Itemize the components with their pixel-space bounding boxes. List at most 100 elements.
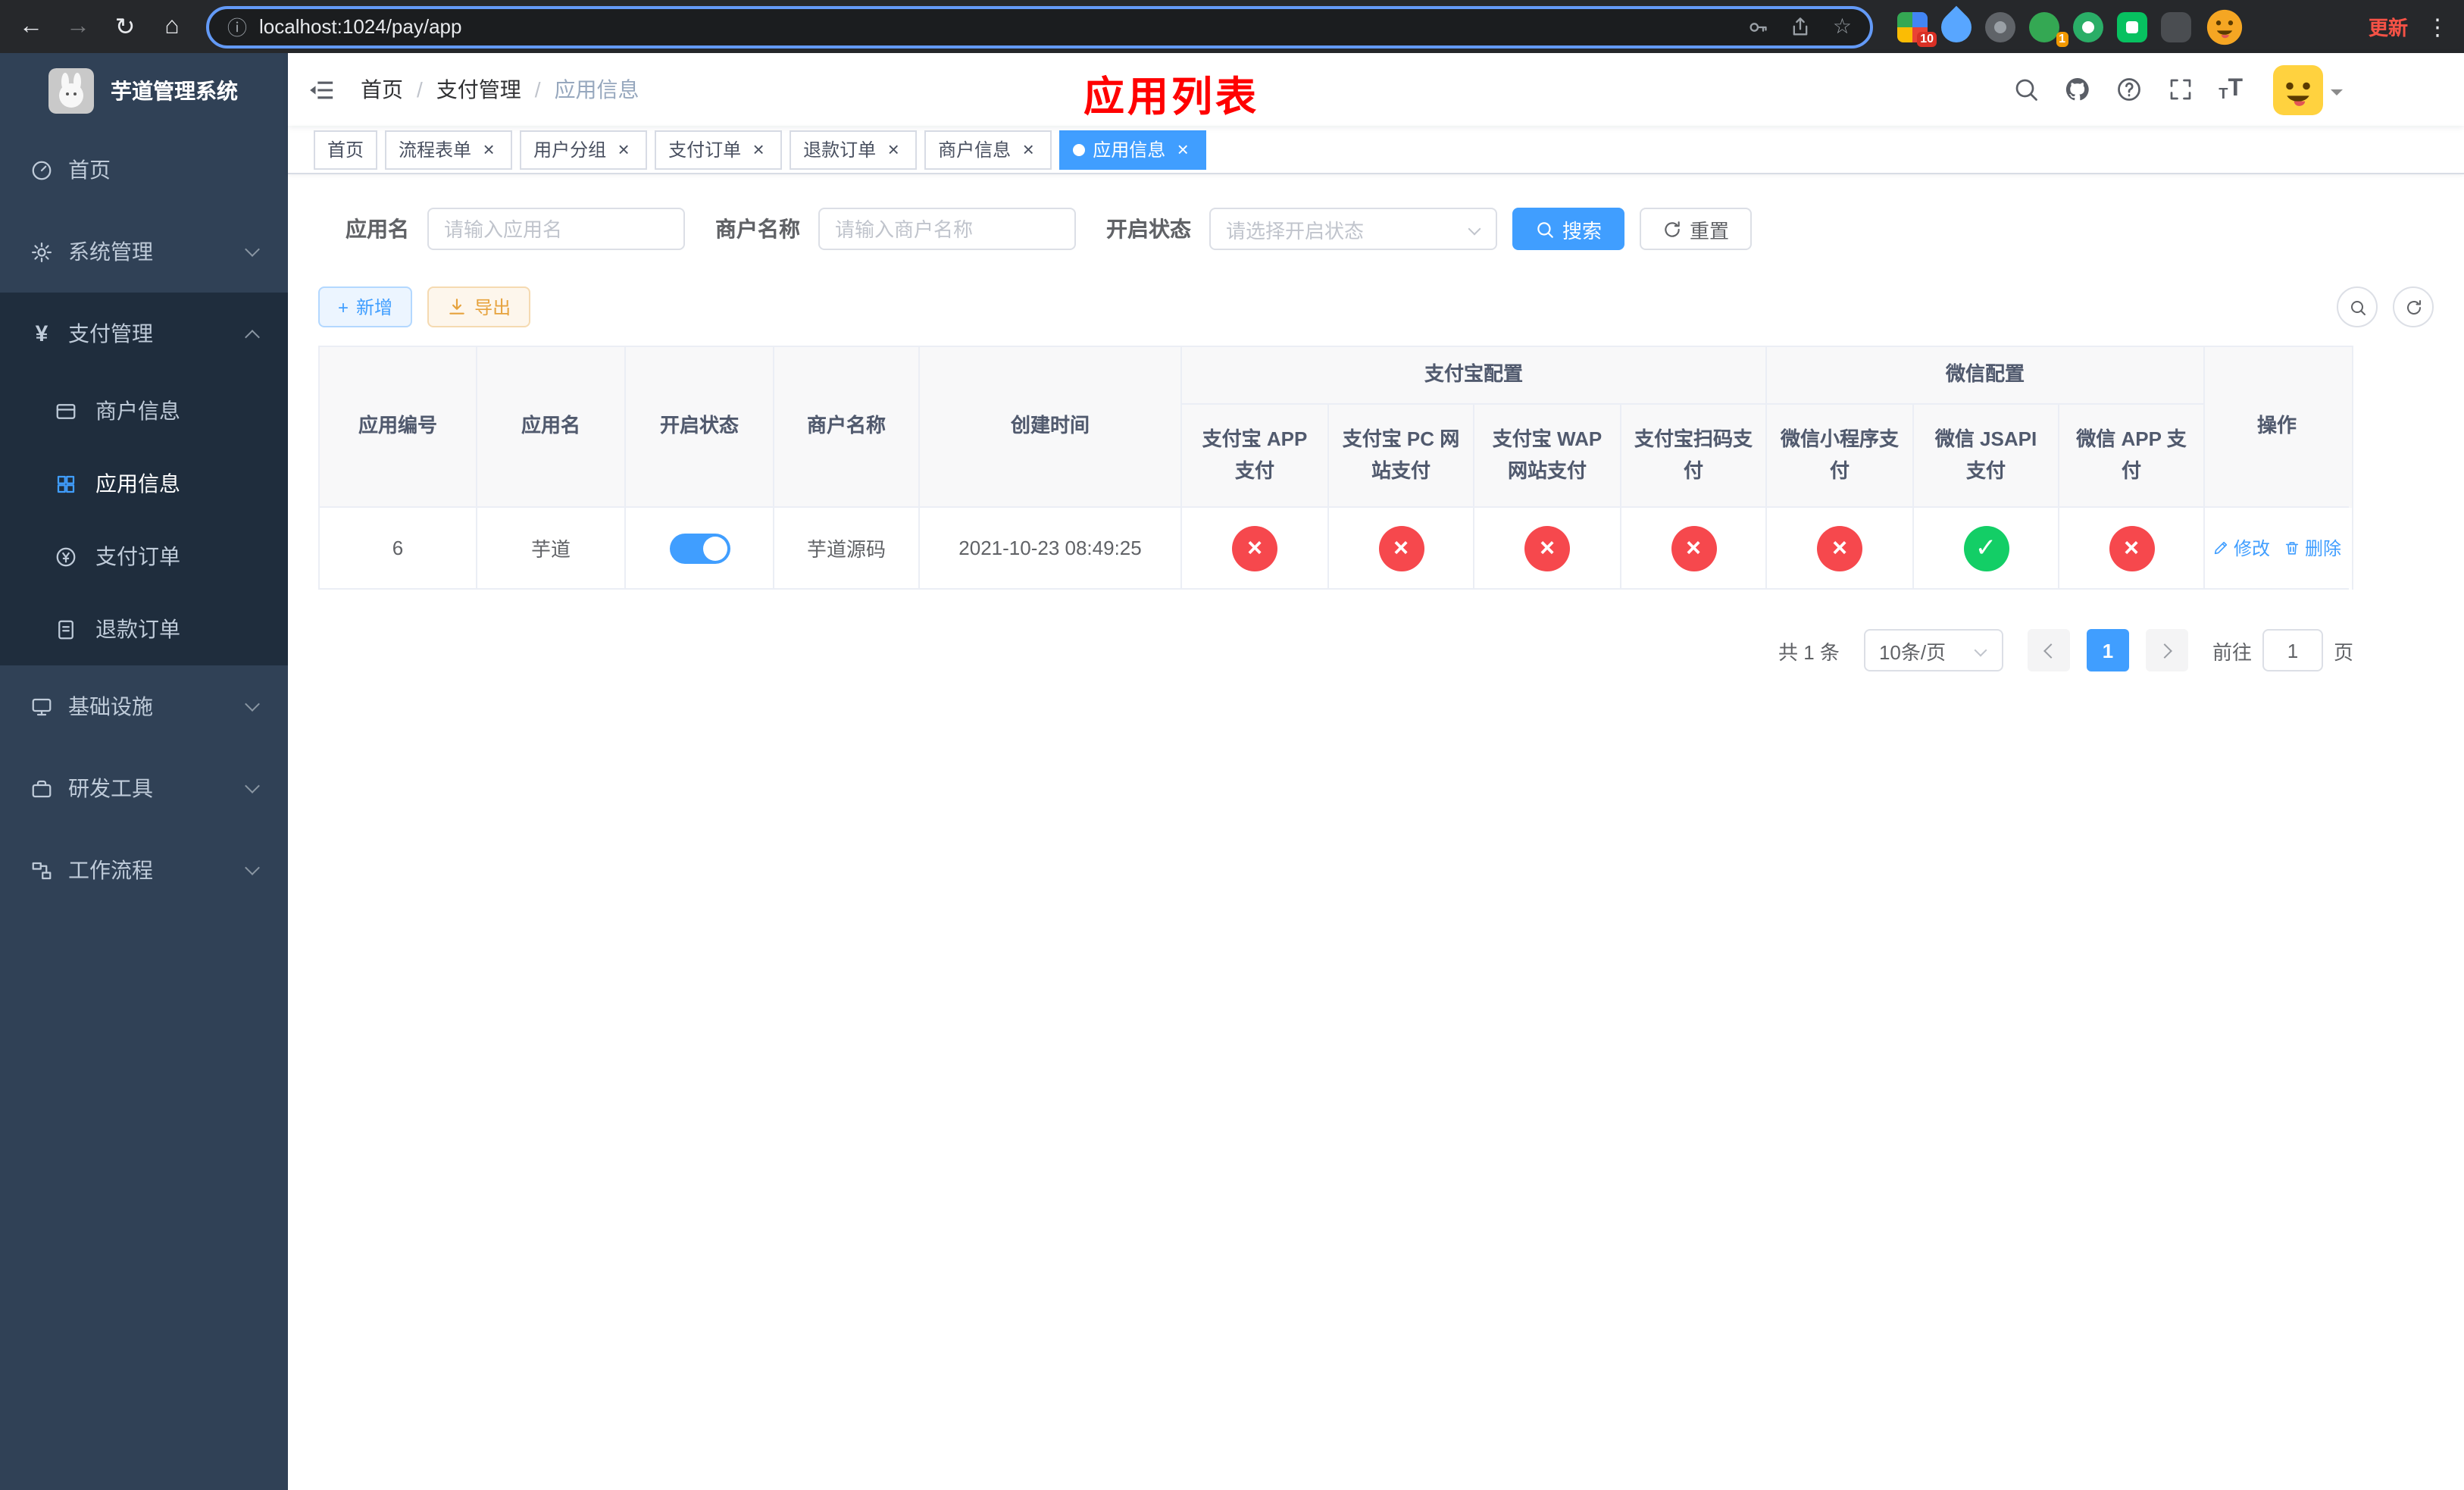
tab-home[interactable]: 首页 xyxy=(314,130,378,169)
sidebar-item-workflow[interactable]: 工作流程 xyxy=(0,829,288,911)
chevron-down-icon xyxy=(2331,89,2343,101)
close-icon[interactable]: × xyxy=(1173,139,1193,158)
site-info-icon[interactable]: ⓘ xyxy=(227,12,247,41)
profile-avatar[interactable] xyxy=(2205,7,2244,46)
column-header: 支付宝 APP 支付 xyxy=(1182,405,1329,508)
refresh-table-button[interactable] xyxy=(2393,286,2434,327)
app-logo[interactable]: 芋道管理系统 xyxy=(0,53,288,129)
sidebar-item-app-info[interactable]: 应用信息 xyxy=(0,447,288,520)
prev-page-button[interactable] xyxy=(2027,629,2070,671)
tab-user-group[interactable]: 用户分组 × xyxy=(520,130,648,169)
sidebar-item-label: 首页 xyxy=(68,158,111,182)
breadcrumb-item[interactable]: 支付管理 xyxy=(436,74,521,105)
sidebar-group-payment: ¥ 支付管理 商户信息 应用信息 支付订单 退款订单 xyxy=(0,293,288,665)
user-menu[interactable] xyxy=(2273,64,2343,114)
bookmark-star-icon[interactable]: ☆ xyxy=(1833,14,1852,39)
tab-refund-order[interactable]: 退款订单 × xyxy=(790,130,918,169)
user-avatar[interactable] xyxy=(2273,64,2323,114)
page-number-button[interactable]: 1 xyxy=(2086,629,2129,671)
fullscreen-icon[interactable] xyxy=(2167,76,2194,103)
status-select[interactable]: 请选择开启状态 xyxy=(1209,208,1497,250)
total-count: 共 1 条 xyxy=(1778,640,1840,663)
wechat-app-status-icon: × xyxy=(2109,525,2154,571)
sidebar-item-payment[interactable]: ¥ 支付管理 xyxy=(0,293,288,374)
password-key-icon[interactable] xyxy=(1748,16,1769,37)
extensions-row: 10 1 xyxy=(1897,5,2244,49)
export-button[interactable]: 导出 xyxy=(427,286,531,327)
close-icon[interactable]: × xyxy=(883,139,903,158)
column-header: 支付宝 PC 网站支付 xyxy=(1329,405,1474,508)
reset-button[interactable]: 重置 xyxy=(1640,208,1753,250)
url-text[interactable]: localhost:1024/pay/app xyxy=(259,15,1727,38)
page-size-select[interactable]: 10条/页 xyxy=(1863,629,2003,671)
sidebar-item-system[interactable]: 系统管理 xyxy=(0,211,288,293)
column-header: 开启状态 xyxy=(626,347,774,508)
browser-home-icon[interactable]: ⌂ xyxy=(150,5,194,49)
table-row: 6 芋道 芋道源码 2021-10-23 08:49:25 × × × × × … xyxy=(320,508,2352,590)
tab-process-form[interactable]: 流程表单 × xyxy=(385,130,513,169)
extension-icon-green-circle[interactable] xyxy=(2073,11,2103,42)
extension-icon-drop[interactable] xyxy=(1934,5,1978,49)
sidebar-collapse-icon[interactable] xyxy=(288,53,355,126)
sidebar-item-label: 应用信息 xyxy=(95,471,180,496)
share-icon[interactable] xyxy=(1790,16,1812,37)
browser-toolbar: ← → ↻ ⌂ ⓘ localhost:1024/pay/app ☆ 10 1 xyxy=(0,0,2464,53)
delete-link[interactable]: 删除 xyxy=(2284,535,2341,561)
sidebar-item-label: 系统管理 xyxy=(68,239,153,264)
close-icon[interactable]: × xyxy=(479,139,499,158)
address-bar[interactable]: ⓘ localhost:1024/pay/app ☆ xyxy=(206,5,1873,48)
status-toggle[interactable] xyxy=(669,533,730,563)
chevron-down-icon xyxy=(1468,222,1481,236)
extension-icon-dark-square[interactable] xyxy=(2161,11,2191,42)
cell-app-name: 芋道 xyxy=(477,508,626,590)
tab-pay-order[interactable]: 支付订单 × xyxy=(655,130,783,169)
browser-back-icon[interactable]: ← xyxy=(9,5,53,49)
tab-merchant-info[interactable]: 商户信息 × xyxy=(924,130,1052,169)
app-name-input[interactable] xyxy=(427,208,685,250)
yen-icon: ¥ xyxy=(35,321,48,346)
extension-badge: 10 xyxy=(1917,31,1937,46)
sidebar-item-refund-order[interactable]: 退款订单 xyxy=(0,593,288,665)
font-size-icon[interactable]: TT xyxy=(2219,76,2243,103)
sidebar-item-infra[interactable]: 基础设施 xyxy=(0,665,288,747)
toggle-search-button[interactable] xyxy=(2337,286,2378,327)
edit-link[interactable]: 修改 xyxy=(2212,535,2270,561)
column-header: 商户名称 xyxy=(774,347,920,508)
goto-page-input[interactable] xyxy=(2262,629,2323,671)
sidebar-item-devtools[interactable]: 研发工具 xyxy=(0,747,288,829)
chevron-left-icon xyxy=(2043,643,2059,658)
refresh-icon xyxy=(1665,221,1680,236)
search-icon[interactable] xyxy=(2012,76,2040,103)
close-icon[interactable]: × xyxy=(1018,139,1038,158)
close-icon[interactable]: × xyxy=(749,139,768,158)
download-icon xyxy=(449,299,464,315)
sidebar-item-pay-order[interactable]: 支付订单 xyxy=(0,520,288,593)
chrome-update-button[interactable]: 更新 xyxy=(2369,12,2408,41)
page-buttons: 1 xyxy=(2027,629,2188,671)
tab-app-info[interactable]: 应用信息 × xyxy=(1059,130,1207,169)
next-page-button[interactable] xyxy=(2145,629,2188,671)
close-icon[interactable]: × xyxy=(614,139,633,158)
top-navbar: 首页 / 支付管理 / 应用信息 应用列表 TT xyxy=(288,53,2464,126)
sidebar: 芋道管理系统 首页 系统管理 ¥ 支付管理 商户信息 应用信息 支付订单 退款订… xyxy=(0,53,288,1490)
browser-more-icon[interactable]: ⋮ xyxy=(2426,13,2449,40)
extension-icon-green-badge[interactable]: 1 xyxy=(2029,11,2068,46)
sidebar-item-merchant-info[interactable]: 商户信息 xyxy=(0,374,288,447)
breadcrumb-item[interactable]: 首页 xyxy=(361,74,403,105)
browser-reload-icon[interactable]: ↻ xyxy=(103,5,147,49)
github-icon[interactable] xyxy=(2064,76,2091,103)
merchant-name-input[interactable] xyxy=(818,208,1076,250)
help-icon[interactable] xyxy=(2115,76,2143,103)
sidebar-item-home[interactable]: 首页 xyxy=(0,129,288,211)
document-icon xyxy=(58,619,73,639)
add-button[interactable]: + 新增 xyxy=(318,286,413,327)
extension-icon-dark[interactable] xyxy=(1985,11,2015,42)
browser-forward-icon[interactable]: → xyxy=(56,5,100,49)
sidebar-item-label: 支付订单 xyxy=(95,544,180,568)
extension-icon-grid[interactable]: 10 xyxy=(1897,11,1937,46)
goto-suffix: 页 xyxy=(2333,640,2353,663)
chevron-up-icon xyxy=(245,329,260,344)
extension-icon-green-square[interactable] xyxy=(2117,11,2147,42)
search-icon xyxy=(1537,221,1553,237)
search-button[interactable]: 搜索 xyxy=(1512,208,1625,250)
